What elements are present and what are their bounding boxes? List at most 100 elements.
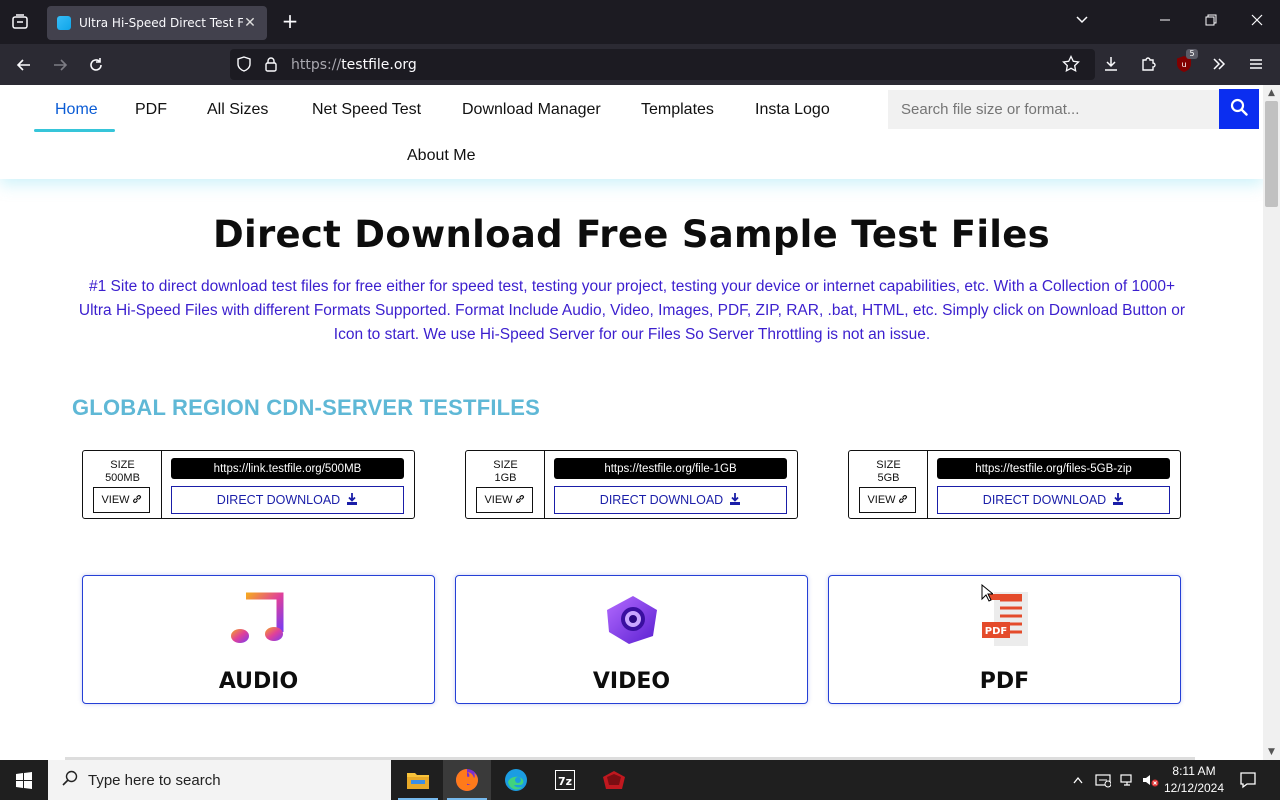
music-note-icon: [228, 590, 290, 648]
browser-nav-bar: https://testfile.org u 5: [0, 44, 1280, 85]
downloads-icon[interactable]: [1099, 52, 1123, 76]
view-button[interactable]: VIEW: [93, 487, 150, 513]
category-label: PDF: [979, 669, 1030, 694]
taskbar-clock[interactable]: 8:11 AM 12/12/2024: [1160, 763, 1228, 797]
close-tab-icon[interactable]: ✕: [243, 15, 257, 31]
direct-download-button[interactable]: DIRECT DOWNLOAD: [937, 486, 1170, 514]
svg-text:7z: 7z: [558, 775, 572, 788]
url-protocol: https://: [291, 56, 342, 73]
category-label: VIDEO: [592, 669, 671, 694]
site-favicon-icon: [57, 16, 71, 30]
tab-title: Ultra Hi-Speed Direct Test Files |: [79, 16, 243, 30]
page-scrollbar[interactable]: ▲ ▼: [1263, 85, 1280, 760]
search-icon: [1230, 98, 1248, 120]
mouse-cursor-icon: [981, 584, 993, 602]
menu-insta-logo[interactable]: Insta Logo: [755, 101, 830, 119]
view-button[interactable]: VIEW: [476, 487, 533, 513]
menu-templates[interactable]: Templates: [641, 101, 714, 119]
show-hidden-icons-chevron-icon[interactable]: [1070, 760, 1086, 800]
browser-tab-bar: Ultra Hi-Speed Direct Test Files | ✕ +: [0, 0, 1280, 44]
menu-download-manager[interactable]: Download Manager: [462, 101, 601, 119]
cdn-section-title: GLOBAL REGION CDN-SERVER TESTFILES: [72, 395, 541, 420]
url-host: testfile.org: [341, 56, 417, 73]
direct-download-button[interactable]: DIRECT DOWNLOAD: [171, 486, 404, 514]
camera-icon: [601, 590, 663, 648]
minimize-icon[interactable]: [1153, 10, 1177, 34]
file-url[interactable]: https://testfile.org/files-5GB-zip: [937, 458, 1170, 479]
app-tray-icon[interactable]: [590, 760, 638, 800]
address-bar[interactable]: https://testfile.org: [230, 49, 1095, 80]
size-column: SIZE 500MB VIEW: [83, 451, 162, 518]
url-text[interactable]: https://testfile.org: [291, 57, 417, 73]
search-icon: [62, 770, 78, 790]
site-search-box: [888, 90, 1219, 129]
tracking-shield-icon[interactable]: [236, 56, 252, 76]
list-all-tabs-icon[interactable]: [1070, 10, 1094, 34]
taskbar-search-box[interactable]: Type here to search: [48, 760, 391, 800]
menu-all-sizes[interactable]: All Sizes: [207, 101, 268, 119]
extension-badge: 5: [1186, 49, 1198, 59]
file-url[interactable]: https://testfile.org/file-1GB: [554, 458, 787, 479]
menu-pdf[interactable]: PDF: [135, 101, 167, 119]
network-icon[interactable]: [1117, 760, 1137, 800]
extensions-icon[interactable]: [1136, 52, 1160, 76]
link-icon: [132, 494, 142, 507]
search-button[interactable]: [1219, 89, 1259, 129]
download-icon: [729, 492, 741, 508]
taskbar-search-placeholder: Type here to search: [88, 771, 221, 789]
firefox-icon[interactable]: [443, 760, 491, 800]
svg-text:u: u: [1181, 60, 1186, 69]
menu-about-me[interactable]: About Me: [407, 147, 475, 165]
forward-icon[interactable]: [47, 52, 73, 78]
site-search-input[interactable]: [888, 90, 1219, 129]
size-label: SIZE 500MB: [105, 459, 140, 484]
notifications-icon[interactable]: [1236, 760, 1260, 800]
file-url[interactable]: https://link.testfile.org/500MB: [171, 458, 404, 479]
hamburger-menu-icon[interactable]: [1244, 52, 1268, 76]
size-label: SIZE 5GB: [876, 459, 901, 484]
new-tab-button[interactable]: +: [280, 10, 300, 34]
close-window-icon[interactable]: [1245, 10, 1269, 34]
view-button[interactable]: VIEW: [859, 487, 916, 513]
scroll-up-arrow-icon[interactable]: ▲: [1263, 85, 1280, 101]
page-description: #1 Site to direct download test files fo…: [78, 278, 1186, 343]
reload-icon[interactable]: [83, 52, 109, 78]
page-title: Direct Download Free Sample Test Files: [212, 213, 1051, 256]
windows-start-icon[interactable]: [0, 760, 48, 800]
edge-icon[interactable]: [492, 760, 540, 800]
link-icon: [515, 494, 525, 507]
more-tools-chevron-icon[interactable]: [1207, 52, 1231, 76]
site-header: Home PDF All Sizes Net Speed Test Downlo…: [0, 85, 1263, 179]
windows-taskbar: Type here to search 7z 8:11 AM 12/12/202…: [0, 760, 1280, 800]
volume-muted-icon[interactable]: [1140, 760, 1160, 800]
clock-date: 12/12/2024: [1163, 781, 1225, 795]
download-card-500mb: SIZE 500MB VIEW https://link.testfile.org…: [82, 450, 415, 519]
restore-icon[interactable]: [1199, 10, 1223, 34]
svg-text:PDF: PDF: [985, 626, 1007, 637]
download-card-1gb: SIZE 1GB VIEW https://testfile.org/file-1…: [465, 450, 798, 519]
scrollbar-thumb[interactable]: [1265, 101, 1278, 207]
category-card-audio[interactable]: AUDIO: [82, 575, 435, 704]
size-label: SIZE 1GB: [493, 459, 518, 484]
category-label: AUDIO: [218, 669, 299, 694]
active-menu-underline: [34, 129, 115, 132]
back-icon[interactable]: [11, 52, 37, 78]
security-tray-icon[interactable]: [1093, 760, 1113, 800]
scroll-down-arrow-icon[interactable]: ▼: [1263, 744, 1280, 760]
menu-net-speed-test[interactable]: Net Speed Test: [312, 101, 421, 119]
bookmark-star-icon[interactable]: [1062, 54, 1080, 77]
link-icon: [898, 494, 908, 507]
category-card-pdf[interactable]: PDF PDF: [828, 575, 1181, 704]
direct-download-button[interactable]: DIRECT DOWNLOAD: [554, 486, 787, 514]
category-card-video[interactable]: VIDEO: [455, 575, 808, 704]
lock-icon[interactable]: [264, 56, 278, 76]
menu-home[interactable]: Home: [55, 101, 98, 119]
7zip-icon[interactable]: 7z: [541, 760, 589, 800]
download-card-5gb: SIZE 5GB VIEW https://testfile.org/files-…: [848, 450, 1181, 519]
size-column: SIZE 1GB VIEW: [466, 451, 545, 518]
active-tab[interactable]: Ultra Hi-Speed Direct Test Files | ✕: [47, 6, 267, 40]
download-icon: [346, 492, 358, 508]
file-explorer-icon[interactable]: [394, 760, 442, 800]
ublock-extension-icon[interactable]: u 5: [1172, 49, 1198, 76]
tab-list-icon[interactable]: [8, 10, 32, 34]
